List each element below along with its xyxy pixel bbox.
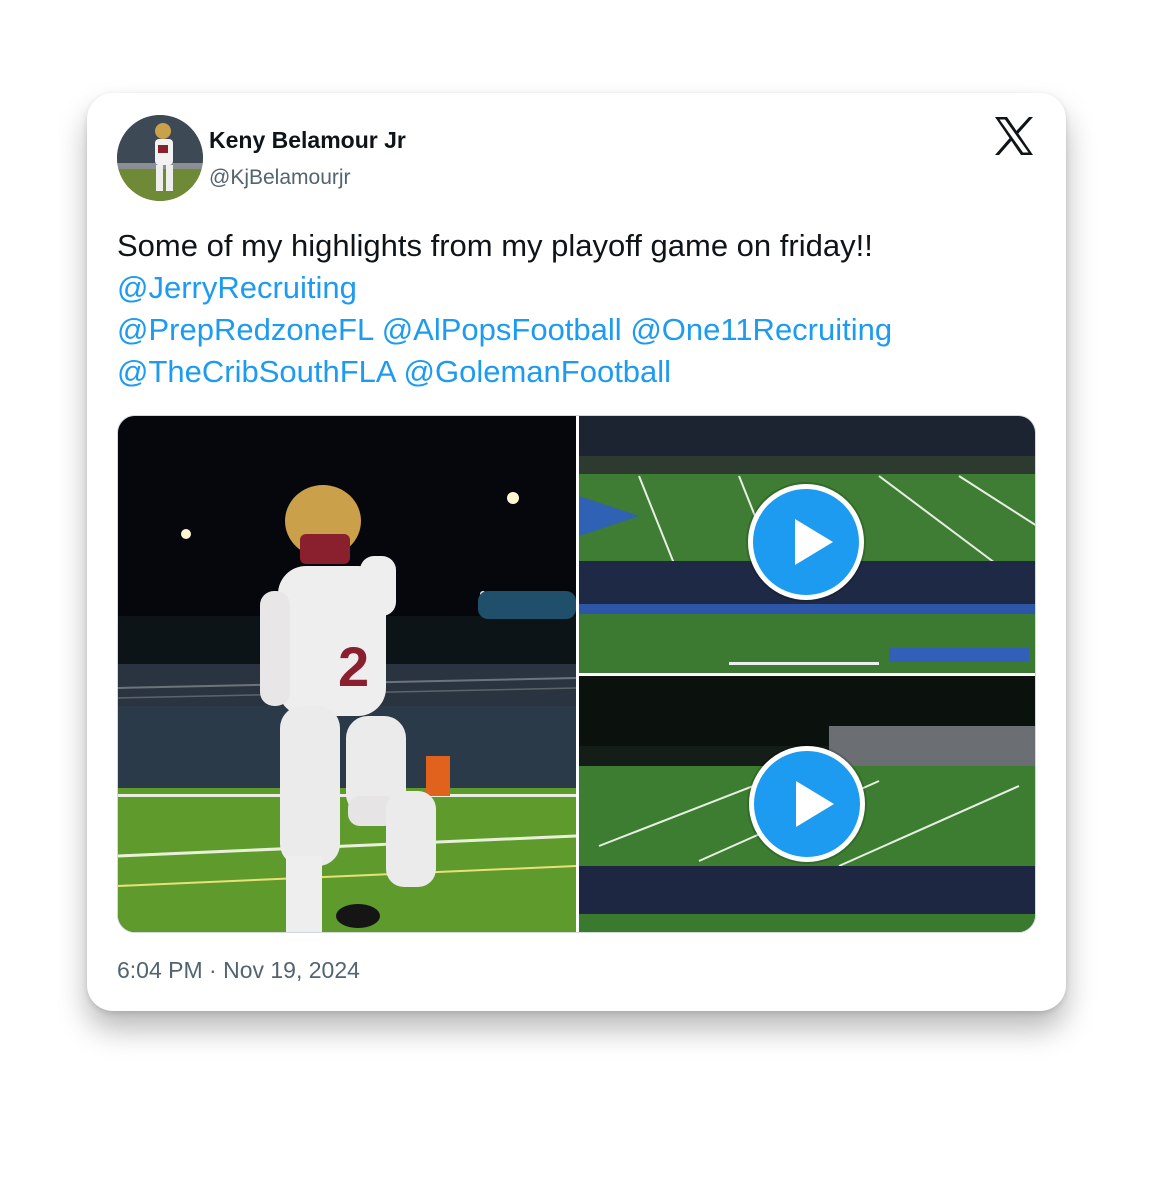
play-button[interactable]	[749, 746, 865, 862]
avatar-photo	[117, 115, 203, 201]
play-icon	[796, 781, 834, 827]
play-button[interactable]	[748, 484, 864, 600]
media-grid: 2	[117, 415, 1036, 933]
svg-text:2: 2	[338, 635, 369, 698]
media-photo[interactable]: 2	[118, 416, 576, 932]
mention-link[interactable]: @One11Recruiting	[630, 312, 892, 347]
tweet-card: Keny Belamour Jr @KjBelamourjr Some of m…	[87, 93, 1066, 1011]
mention-link[interactable]: @AlPopsFootball	[382, 312, 622, 347]
x-logo-icon[interactable]	[992, 115, 1036, 157]
user-handle[interactable]: @KjBelamourjr	[209, 166, 351, 190]
mention-link[interactable]: @JerryRecruiting	[117, 270, 357, 305]
mention-link[interactable]: @GolemanFootball	[404, 354, 672, 389]
media-video[interactable]	[579, 676, 1035, 932]
timestamp[interactable]: 6:04 PM · Nov 19, 2024	[117, 957, 360, 984]
avatar[interactable]	[117, 115, 203, 201]
football-player-photo: 2	[118, 416, 576, 932]
mention-link[interactable]: @PrepRedzoneFL	[117, 312, 373, 347]
media-video[interactable]	[579, 416, 1035, 673]
mention-link[interactable]: @TheCribSouthFLA	[117, 354, 395, 389]
play-icon	[795, 519, 833, 565]
tweet-text: Some of my highlights from my playoff ga…	[117, 225, 1047, 393]
display-name[interactable]: Keny Belamour Jr	[209, 127, 406, 154]
tweet-text-line: Some of my highlights from my playoff ga…	[117, 228, 873, 263]
